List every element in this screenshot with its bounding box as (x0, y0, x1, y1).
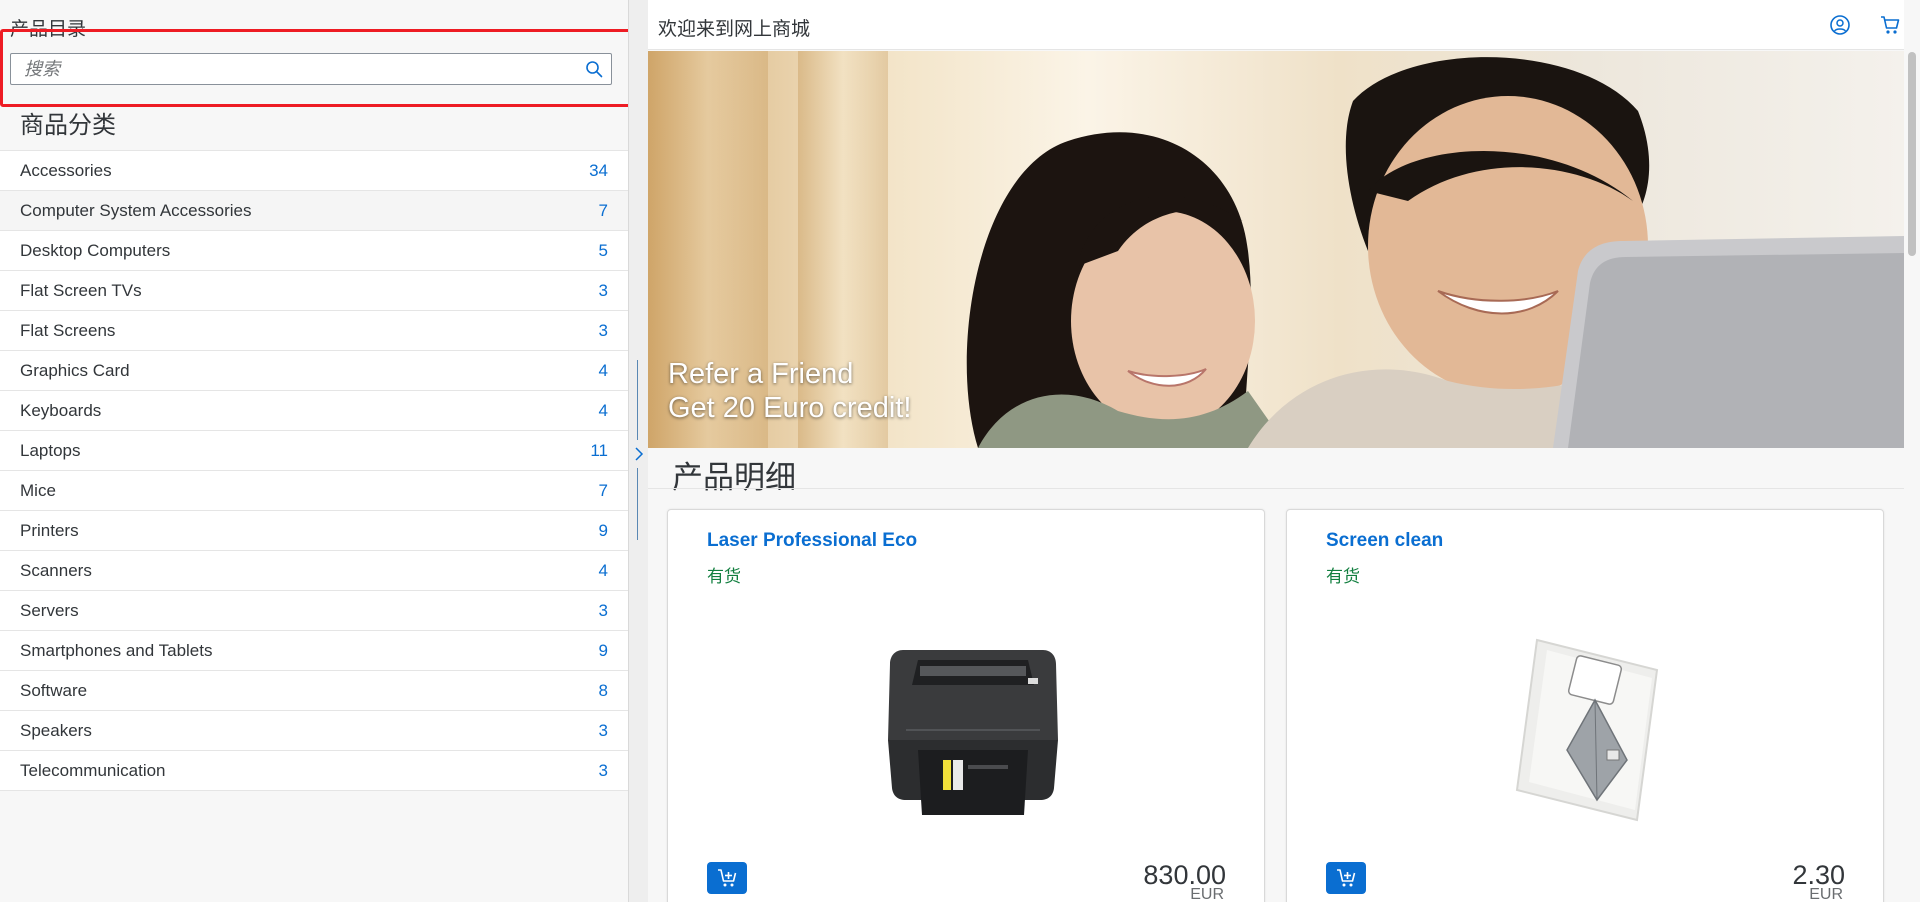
page-title: 欢迎来到网上商城 (658, 19, 811, 40)
scrollbar-thumb[interactable] (1908, 52, 1916, 256)
search-field (10, 53, 612, 85)
screen-cleaner-image (1515, 638, 1659, 822)
category-count: 4 (598, 361, 608, 380)
category-heading: 商品分类 (20, 112, 116, 139)
category-count: 34 (589, 161, 608, 180)
category-name: Telecommunication (20, 761, 166, 780)
product-currency: EUR (1809, 886, 1843, 902)
category-item[interactable]: Telecommunication 3 (0, 751, 628, 791)
category-count: 11 (590, 441, 608, 460)
splitter-toggle-button[interactable] (631, 440, 647, 468)
category-count: 4 (598, 401, 608, 420)
category-count: 3 (598, 321, 608, 340)
category-count: 7 (598, 201, 608, 220)
category-count: 5 (598, 241, 608, 260)
pane-splitter[interactable] (628, 0, 648, 902)
cart-button[interactable] (1878, 13, 1902, 37)
app-root: 产品目录 商品分类 Accessories34Computer System A… (0, 0, 1920, 902)
shop-pane: 欢迎来到网上商城 Refer a Friend Get 20 Euro cred… (648, 0, 1920, 902)
category-item[interactable]: Laptops 11 (0, 431, 628, 471)
category-name: Smartphones and Tablets (20, 641, 213, 660)
category-item[interactable]: Graphics Card 4 (0, 351, 628, 391)
products-section-title: 产品明细 (672, 460, 796, 495)
add-to-cart-icon (1337, 869, 1356, 887)
account-button[interactable] (1828, 13, 1852, 37)
stock-status: 有货 (707, 567, 741, 586)
category-name: Software (20, 681, 88, 700)
banner-line-2: Get 20 Euro credit! (668, 392, 912, 424)
category-name: Servers (20, 601, 79, 620)
add-to-cart-icon (718, 869, 737, 887)
cart-icon (1881, 16, 1900, 34)
banner-line-1: Refer a Friend (668, 358, 854, 390)
category-name: Desktop Computers (20, 241, 171, 260)
scrollbar[interactable] (1904, 50, 1920, 902)
category-item[interactable]: Speakers 3 (0, 711, 628, 751)
category-count: 9 (598, 641, 608, 660)
printer-image (888, 650, 1058, 815)
category-name: Printers (20, 521, 79, 540)
category-name: Graphics Card (20, 361, 130, 380)
category-item[interactable]: Printers 9 (0, 511, 628, 551)
search-icon (586, 61, 603, 78)
add-to-cart-button[interactable] (707, 862, 747, 894)
category-item[interactable]: Scanners 4 (0, 551, 628, 591)
category-count: 7 (598, 481, 608, 500)
category-name: Speakers (20, 721, 92, 740)
category-count: 3 (598, 761, 608, 780)
product-card[interactable]: Screen clean 有货 2.30 EUR (1286, 509, 1884, 902)
product-currency: EUR (1190, 886, 1224, 902)
banner-caption: Refer a Friend Get 20 Euro credit! (668, 357, 911, 425)
promo-banner[interactable]: Refer a Friend Get 20 Euro credit! (648, 51, 1904, 448)
add-to-cart-button[interactable] (1326, 862, 1366, 894)
category-count: 8 (598, 681, 608, 700)
product-name-link[interactable]: Laser Professional Eco (707, 530, 917, 552)
account-icon (1830, 15, 1850, 35)
category-count: 3 (598, 721, 608, 740)
shop-header: 欢迎来到网上商城 (648, 0, 1904, 50)
catalog-pane: 产品目录 商品分类 Accessories34Computer System A… (0, 0, 634, 902)
category-list: Accessories 34 Computer System Accessories… (0, 150, 628, 791)
category-item[interactable]: Keyboards 4 (0, 391, 628, 431)
section-divider (648, 488, 1904, 489)
category-count: 3 (598, 281, 608, 300)
product-name-link[interactable]: Screen clean (1326, 530, 1443, 552)
category-name: Keyboards (20, 401, 102, 420)
category-item[interactable]: Smartphones and Tablets 9 (0, 631, 628, 671)
catalog-title: 产品目录 (10, 19, 87, 40)
search-input[interactable] (11, 54, 571, 84)
chevron-right-icon (635, 447, 644, 461)
category-item[interactable]: Accessories 34 (0, 151, 628, 191)
category-name: Flat Screen TVs (20, 281, 142, 300)
category-name: Laptops (20, 441, 81, 460)
category-name: Computer System Accessories (20, 201, 252, 220)
product-card[interactable]: Laser Professional Eco 有货 830.00 EUR (667, 509, 1265, 902)
category-name: Scanners (20, 561, 92, 580)
category-name: Accessories (20, 161, 112, 180)
stock-status: 有货 (1326, 567, 1360, 586)
category-item[interactable]: Servers 3 (0, 591, 628, 631)
category-item[interactable]: Software 8 (0, 671, 628, 711)
category-count: 9 (598, 521, 608, 540)
category-item[interactable]: Desktop Computers 5 (0, 231, 628, 271)
category-item[interactable]: Computer System Accessories 7 (0, 191, 628, 231)
category-item[interactable]: Flat Screens 3 (0, 311, 628, 351)
search-button[interactable] (581, 57, 607, 81)
category-count: 3 (598, 601, 608, 620)
category-name: Mice (20, 481, 56, 500)
category-name: Flat Screens (20, 321, 116, 340)
category-count: 4 (598, 561, 608, 580)
category-item[interactable]: Flat Screen TVs 3 (0, 271, 628, 311)
category-item[interactable]: Mice 7 (0, 471, 628, 511)
